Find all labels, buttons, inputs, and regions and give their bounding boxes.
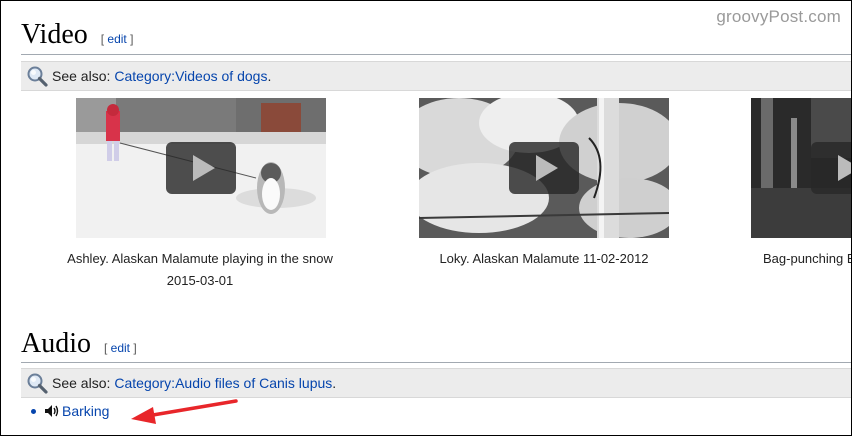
see-also-label: See also: <box>52 375 111 391</box>
video-caption: Loky. Alaskan Malamute 11-02-2012 <box>439 251 649 266</box>
annotation-arrow-icon <box>131 399 238 424</box>
audio-heading-rule <box>21 362 851 363</box>
play-icon[interactable] <box>509 142 579 194</box>
video-caption: Bag-punching B <box>763 251 852 266</box>
audio-heading: Audio [ edit ] <box>21 328 137 360</box>
video-card-bag-punching: Bag-punching B <box>751 98 852 270</box>
page: groovyPost.com Video [ edit ] See also: … <box>0 0 852 436</box>
magnifier-icon <box>27 373 48 394</box>
magnifier-icon <box>27 66 48 87</box>
barking-audio-link[interactable]: Barking <box>62 403 109 419</box>
audio-heading-text: Audio <box>21 328 91 359</box>
videos-of-dogs-link[interactable]: Category:Videos of dogs <box>114 68 267 84</box>
speaker-icon[interactable] <box>44 404 60 418</box>
video-heading-rule <box>21 54 851 55</box>
video-card-ashley: Ashley. Alaskan Malamute playing in the … <box>49 98 351 292</box>
play-icon[interactable] <box>166 142 236 194</box>
video-caption: Ashley. Alaskan Malamute playing in the … <box>67 251 333 288</box>
video-card-loky: Loky. Alaskan Malamute 11-02-2012 <box>393 98 695 270</box>
see-also-label: See also: <box>52 68 111 84</box>
video-thumbnail-bag-punching[interactable] <box>751 98 851 238</box>
video-thumbnail-ashley[interactable] <box>76 98 326 238</box>
audio-list-item: Barking <box>31 403 109 419</box>
video-heading-text: Video <box>21 19 88 50</box>
bullet <box>31 408 36 414</box>
play-icon[interactable] <box>811 142 851 194</box>
video-see-also-box: See also: Category:Videos of dogs. <box>21 61 851 91</box>
watermark: groovyPost.com <box>716 7 841 26</box>
video-edit-link[interactable]: [ edit ] <box>101 32 134 46</box>
video-heading: Video [ edit ] <box>21 19 133 51</box>
video-thumbnail-loky[interactable] <box>419 98 669 238</box>
audio-edit-link[interactable]: [ edit ] <box>104 341 137 355</box>
audio-files-link[interactable]: Category:Audio files of Canis lupus <box>114 375 332 391</box>
